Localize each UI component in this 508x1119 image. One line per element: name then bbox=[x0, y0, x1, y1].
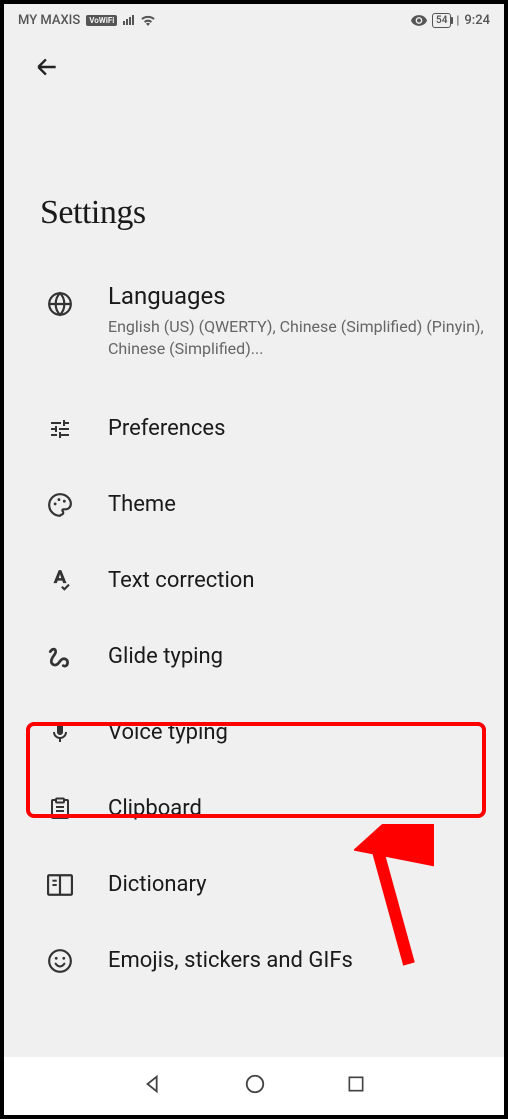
status-bar: MY MAXIS VoWiFi 54 | 9:24 bbox=[4, 4, 504, 36]
palette-icon bbox=[46, 491, 74, 519]
arrow-left-icon bbox=[34, 54, 60, 80]
mic-icon bbox=[46, 719, 74, 747]
eye-icon bbox=[411, 15, 427, 26]
setting-item-emojis[interactable]: Emojis, stickers and GIFs bbox=[4, 923, 504, 999]
setting-item-text-correction[interactable]: Text correction bbox=[4, 543, 504, 619]
item-label: Dictionary bbox=[108, 872, 484, 897]
item-label: Theme bbox=[108, 492, 484, 517]
clock-label: 9:24 bbox=[464, 13, 490, 28]
page-title: Settings bbox=[4, 84, 504, 267]
tune-icon bbox=[46, 415, 74, 443]
gesture-icon bbox=[46, 643, 74, 671]
setting-item-voice-typing[interactable]: Voice typing bbox=[4, 695, 504, 771]
globe-icon bbox=[46, 290, 74, 318]
item-label: Voice typing bbox=[108, 720, 484, 745]
setting-item-glide-typing[interactable]: Glide typing bbox=[4, 619, 504, 695]
setting-item-theme[interactable]: Theme bbox=[4, 467, 504, 543]
nav-home-button[interactable] bbox=[244, 1073, 266, 1099]
setting-item-languages[interactable]: Languages English (US) (QWERTY), Chinese… bbox=[4, 267, 504, 391]
book-icon bbox=[46, 871, 74, 899]
item-label: Clipboard bbox=[108, 796, 484, 821]
setting-item-clipboard[interactable]: Clipboard bbox=[4, 771, 504, 847]
carrier-label: MY MAXIS bbox=[18, 13, 80, 28]
item-label: Preferences bbox=[108, 416, 484, 441]
setting-item-preferences[interactable]: Preferences bbox=[4, 391, 504, 467]
back-button[interactable] bbox=[4, 36, 504, 84]
battery-indicator: 54 bbox=[432, 13, 451, 28]
item-subtitle: English (US) (QWERTY), Chinese (Simplifi… bbox=[108, 316, 484, 361]
nav-recent-button[interactable] bbox=[346, 1074, 366, 1098]
nav-back-button[interactable] bbox=[142, 1073, 164, 1099]
vowifi-badge: VoWiFi bbox=[86, 15, 117, 26]
item-label: Emojis, stickers and GIFs bbox=[108, 948, 484, 973]
android-nav-bar bbox=[4, 1057, 504, 1115]
wifi-icon bbox=[140, 14, 156, 26]
spellcheck-icon bbox=[46, 567, 74, 595]
settings-list: Languages English (US) (QWERTY), Chinese… bbox=[4, 267, 504, 999]
item-label: Glide typing bbox=[108, 644, 484, 669]
emoji-icon bbox=[46, 947, 74, 975]
signal-icon bbox=[123, 15, 134, 25]
item-label: Text correction bbox=[108, 568, 484, 593]
setting-item-dictionary[interactable]: Dictionary bbox=[4, 847, 504, 923]
item-label: Languages bbox=[108, 282, 484, 310]
clipboard-icon bbox=[46, 795, 74, 823]
